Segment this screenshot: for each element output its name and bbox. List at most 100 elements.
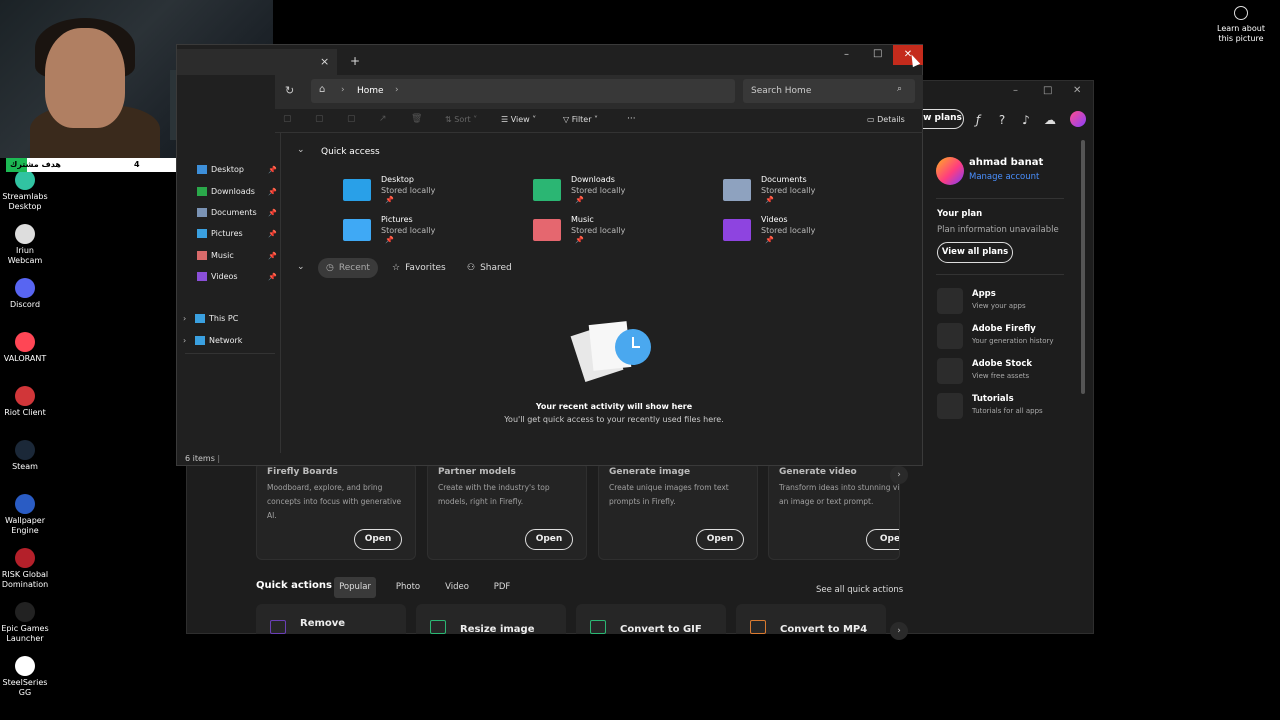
- desktop-icon-valorant[interactable]: VALORANT: [0, 332, 50, 364]
- search-input[interactable]: Search Home: [751, 86, 811, 96]
- cloud-icon[interactable]: ☁: [1042, 112, 1058, 128]
- quick-action-icon: [590, 620, 606, 634]
- desktop-icon-riot[interactable]: Riot Client: [0, 386, 50, 418]
- quick-access-music[interactable]: Music Stored locally 📌: [533, 215, 703, 251]
- refresh-icon[interactable]: ↻: [285, 84, 294, 97]
- desktop-icon-epic[interactable]: Epic Games Launcher: [0, 602, 50, 644]
- desktop-icon-steelseries[interactable]: SteelSeries GG: [0, 656, 50, 698]
- cards-next-icon[interactable]: ›: [890, 466, 908, 484]
- feature-card: Generate image Create unique images from …: [598, 462, 758, 560]
- quick-actions-tab-pdf[interactable]: PDF: [485, 577, 519, 598]
- sidebar-item-documents[interactable]: Documents 📌: [197, 206, 277, 220]
- quick-access-name: Downloads: [571, 175, 615, 184]
- menu-item-adobe-stock[interactable]: Adobe Stock View free assets: [937, 356, 1067, 384]
- desktop-icon-steam[interactable]: Steam: [0, 440, 50, 472]
- bell-icon[interactable]: ♪: [1018, 112, 1034, 128]
- quick-actions-tab-photo[interactable]: Photo: [388, 577, 428, 598]
- expand-chevron-icon[interactable]: ›: [183, 312, 195, 326]
- sidebar-item-desktop[interactable]: Desktop 📌: [197, 163, 277, 177]
- panel-scrollbar[interactable]: [1081, 140, 1085, 394]
- quick-access-videos[interactable]: Videos Stored locally 📌: [723, 215, 893, 251]
- quick-access-status: Stored locally: [571, 226, 626, 235]
- quick-access-collapse-icon[interactable]: ⌄: [297, 145, 305, 155]
- font-icon[interactable]: ƒ: [970, 112, 986, 128]
- tab-favorites[interactable]: ☆ Favorites: [384, 258, 458, 278]
- paste-icon[interactable]: ▢: [347, 114, 356, 124]
- quick-access-pictures[interactable]: Pictures Stored locally 📌: [343, 215, 513, 251]
- address-bar[interactable]: ⌂ › Home ›: [311, 79, 735, 103]
- quick-access-documents[interactable]: Documents Stored locally 📌: [723, 175, 893, 211]
- adobe-maximize-button[interactable]: □: [1043, 85, 1052, 96]
- breadcrumb-home[interactable]: Home: [357, 86, 384, 96]
- tab-shared[interactable]: ⚇ Shared: [459, 258, 523, 278]
- explorer-minimize-button[interactable]: –: [844, 49, 849, 60]
- desktop-icon-discord[interactable]: Discord: [0, 278, 50, 310]
- view-all-plans-button[interactable]: View all plans: [937, 242, 1013, 263]
- recent-collapse-icon[interactable]: ⌄: [297, 262, 305, 272]
- menu-item-apps[interactable]: Apps View your apps: [937, 286, 1067, 314]
- valorant-icon: [15, 332, 35, 352]
- filter-button[interactable]: ▽ Filter ˅: [563, 115, 598, 124]
- desktop-icon-streamlabs[interactable]: Streamlabs Desktop: [0, 170, 50, 212]
- expand-chevron-icon[interactable]: ›: [183, 334, 195, 348]
- quick-action-tile[interactable]: Resize image: [416, 604, 566, 635]
- menu-item-tutorials[interactable]: Tutorials Tutorials for all apps: [937, 391, 1067, 419]
- quick-actions-next-icon[interactable]: ›: [890, 622, 908, 640]
- card-title: Generate video: [779, 467, 857, 477]
- adobe-close-button[interactable]: ✕: [1073, 85, 1081, 96]
- user-avatar[interactable]: [1070, 111, 1086, 127]
- open-button[interactable]: Open: [354, 529, 402, 550]
- more-options-icon[interactable]: ···: [627, 114, 636, 124]
- manage-account-link[interactable]: Manage account: [969, 172, 1039, 182]
- share-icon[interactable]: ↗: [379, 114, 387, 124]
- details-button[interactable]: ▭ Details: [867, 115, 905, 124]
- sidebar-item-videos[interactable]: Videos 📌: [197, 270, 277, 284]
- new-tab-icon[interactable]: +: [350, 54, 360, 68]
- quick-action-tile[interactable]: Convert to GIF: [576, 604, 726, 635]
- desktop-icon-risk[interactable]: RISK Global Domination: [0, 548, 50, 590]
- see-all-quick-actions-link[interactable]: See all quick actions: [816, 585, 903, 595]
- copy-icon[interactable]: ▢: [315, 114, 324, 124]
- quick-action-tile[interactable]: Remove: [256, 604, 406, 634]
- learn-about-picture[interactable]: Learn about this picture: [1212, 6, 1270, 44]
- star-icon: ☆: [392, 263, 401, 273]
- quick-access-status: Stored locally: [761, 186, 816, 195]
- sidebar-item-pictures[interactable]: Pictures 📌: [197, 227, 277, 241]
- folder-icon: [197, 251, 207, 260]
- view-plans-button[interactable]: w plans: [922, 109, 964, 129]
- menu-item-adobe-firefly[interactable]: Adobe Firefly Your generation history: [937, 321, 1067, 349]
- help-icon[interactable]: ?: [994, 112, 1010, 128]
- sidebar-item-network[interactable]: › Network: [183, 334, 279, 348]
- breadcrumb-chevron-icon[interactable]: ›: [395, 85, 399, 95]
- sidebar-item-downloads[interactable]: Downloads 📌: [197, 185, 277, 199]
- tab-close-icon[interactable]: ×: [320, 55, 329, 68]
- sidebar-item-music[interactable]: Music 📌: [197, 249, 277, 263]
- menu-item-title: Adobe Stock: [972, 359, 1033, 369]
- search-box[interactable]: Search Home ⌕: [743, 79, 915, 103]
- open-button[interactable]: Ope: [866, 529, 899, 550]
- quick-action-tile[interactable]: Convert to MP4: [736, 604, 886, 635]
- file-explorer-window: × + – □ ✕ ↻ ⌂ › Home › Search Home ⌕ ▢ ▢…: [176, 44, 923, 466]
- tab-recent[interactable]: ◷ Recent: [318, 258, 378, 278]
- quick-access-desktop[interactable]: Desktop Stored locally 📌: [343, 175, 513, 211]
- adobe-minimize-button[interactable]: –: [1013, 85, 1018, 96]
- open-button[interactable]: Open: [696, 529, 744, 550]
- pin-icon: 📌: [575, 236, 584, 244]
- cut-icon[interactable]: ▢: [283, 114, 292, 124]
- quick-actions-tab-popular[interactable]: Popular: [334, 577, 376, 598]
- delete-icon[interactable]: 🗑: [411, 114, 422, 124]
- explorer-maximize-button[interactable]: □: [873, 48, 882, 59]
- sort-button[interactable]: ⇅ Sort ˅: [445, 115, 477, 124]
- view-button[interactable]: ☰ View ˅: [501, 115, 536, 124]
- plan-header: Your plan: [937, 209, 983, 219]
- epic-icon: [15, 602, 35, 622]
- sidebar-item-this-pc[interactable]: › This PC: [183, 312, 279, 326]
- desktop-icon-wallpaper-engine[interactable]: Wallpaper Engine: [0, 494, 50, 536]
- open-button[interactable]: Open: [525, 529, 573, 550]
- panel-divider: [936, 198, 1064, 199]
- quick-access-downloads[interactable]: Downloads Stored locally 📌: [533, 175, 703, 211]
- desktop-icon-webcam[interactable]: Iriun Webcam: [0, 224, 50, 266]
- quick-actions-tab-video[interactable]: Video: [437, 577, 477, 598]
- explorer-tab[interactable]: [177, 49, 337, 75]
- menu-item-subtitle: View free assets: [972, 372, 1030, 380]
